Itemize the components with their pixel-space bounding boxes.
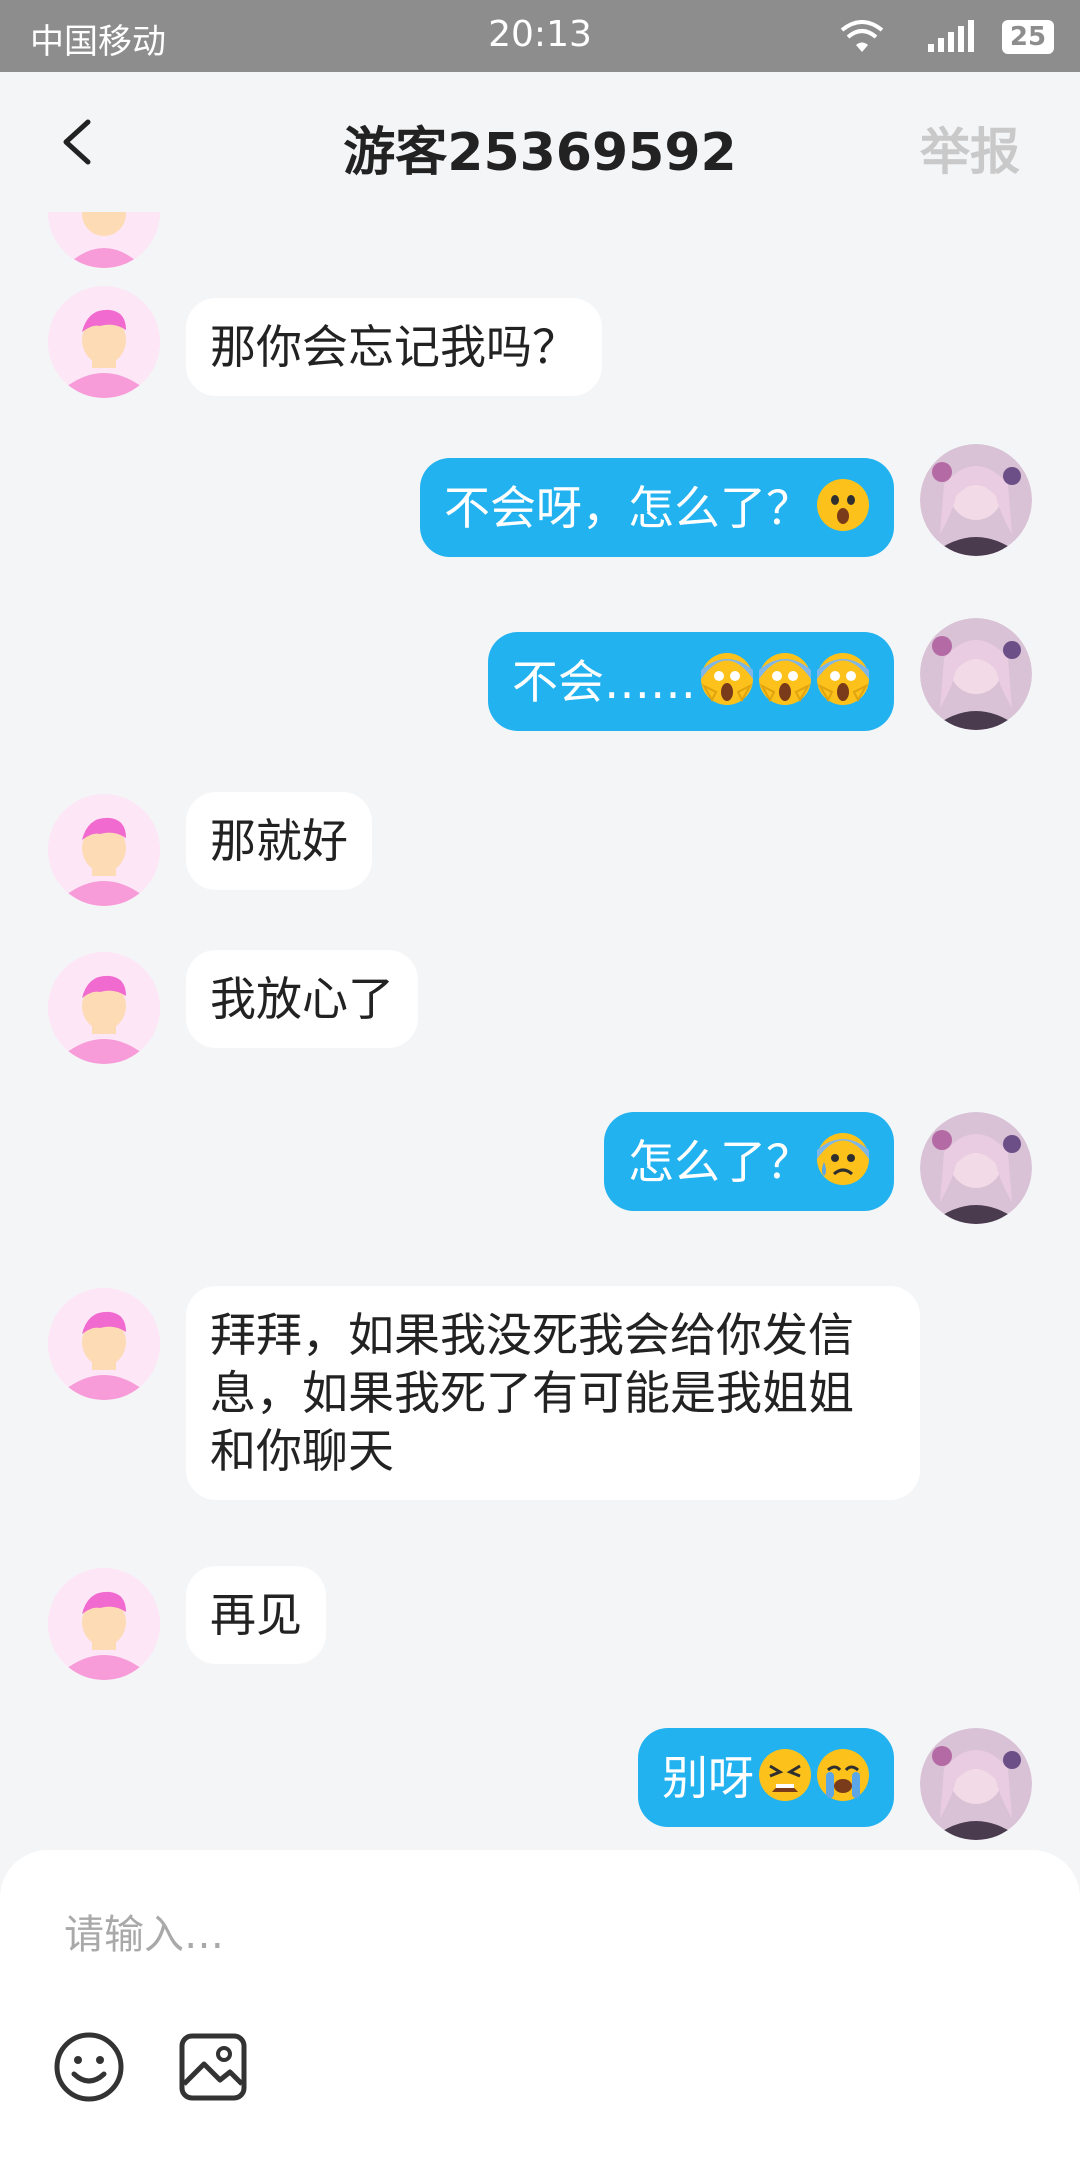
message-text: 我放心了 <box>210 972 394 1026</box>
signal-icon <box>928 20 974 52</box>
avatar[interactable] <box>48 1288 160 1400</box>
message-input[interactable]: 请输入… <box>64 1902 224 1960</box>
battery-icon: 25 <box>1002 20 1054 54</box>
emoji-icon[interactable] <box>52 2030 126 2104</box>
message-bubble[interactable]: 拜拜，如果我没死我会给你发信息，如果我死了有可能是我姐姐和你聊天 <box>186 1286 920 1500</box>
message-bubble[interactable]: 不会呀，怎么了？ <box>420 458 894 557</box>
status-bar: 中国移动 20:13 25 <box>0 0 1080 72</box>
clock: 20:13 <box>488 14 592 55</box>
message-bubble[interactable]: 再见 <box>186 1566 326 1664</box>
my-avatar[interactable] <box>920 444 1032 556</box>
report-button[interactable]: 举报 <box>920 112 1020 184</box>
message-text: 再见 <box>210 1588 302 1642</box>
message-bubble[interactable]: 怎么了？ <box>604 1112 894 1211</box>
astonished-face-icon <box>817 479 869 531</box>
anxious-sweat-face-icon <box>817 1133 869 1185</box>
avatar[interactable] <box>48 952 160 1064</box>
message-text: 拜拜，如果我没死我会给你发信息，如果我死了有可能是我姐姐和你聊天 <box>210 1308 854 1478</box>
scream-face-icon <box>701 653 753 705</box>
message-text: 怎么了？ <box>628 1135 812 1189</box>
message-text: 别呀 <box>662 1751 754 1805</box>
message-text: 那你会忘记我吗？ <box>210 320 578 374</box>
my-avatar[interactable] <box>920 1112 1032 1224</box>
page-title: 游客25369592 <box>343 123 737 183</box>
crying-face-icon <box>817 1749 869 1801</box>
avatar[interactable] <box>48 286 160 398</box>
avatar[interactable] <box>48 212 160 268</box>
wifi-icon <box>840 20 884 52</box>
image-icon[interactable] <box>176 2030 250 2104</box>
message-text: 那就好 <box>210 814 348 868</box>
avatar[interactable] <box>48 794 160 906</box>
tired-face-icon <box>759 1749 811 1801</box>
avatar[interactable] <box>48 1568 160 1680</box>
message-bubble[interactable]: 别呀 <box>638 1728 894 1827</box>
scream-face-icon <box>759 653 811 705</box>
message-text: 不会呀，怎么了？ <box>444 481 812 535</box>
my-avatar[interactable] <box>920 618 1032 730</box>
message-bubble[interactable]: 我放心了 <box>186 950 418 1048</box>
message-text: 不会…… <box>512 655 696 709</box>
message-bubble[interactable]: 那你会忘记我吗？ <box>186 298 602 396</box>
message-bubble[interactable]: 不会…… <box>488 632 894 731</box>
compose-panel: 请输入… <box>0 1850 1080 2160</box>
message-list[interactable]: 那你会忘记我吗？ 不会呀，怎么了？ 不会…… 那就好 我放心了 怎么了？ 拜拜，… <box>0 212 1080 1850</box>
message-bubble[interactable]: 那就好 <box>186 792 372 890</box>
my-avatar[interactable] <box>920 1728 1032 1840</box>
chat-header: 游客25369592 举报 <box>0 72 1080 212</box>
scream-face-icon <box>817 653 869 705</box>
